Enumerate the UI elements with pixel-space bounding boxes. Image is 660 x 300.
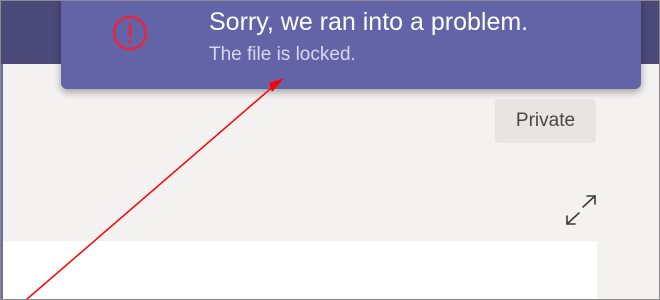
document-panel xyxy=(3,241,597,300)
private-badge: Private xyxy=(495,99,596,143)
alert-circle-icon xyxy=(111,14,149,52)
toast-title: Sorry, we ran into a problem. xyxy=(209,8,529,36)
toast-subtitle: The file is locked. xyxy=(209,44,356,65)
error-toast: Sorry, we ran into a problem. The file i… xyxy=(61,0,641,89)
private-badge-label: Private xyxy=(515,110,576,131)
expand-icon[interactable] xyxy=(564,194,598,226)
